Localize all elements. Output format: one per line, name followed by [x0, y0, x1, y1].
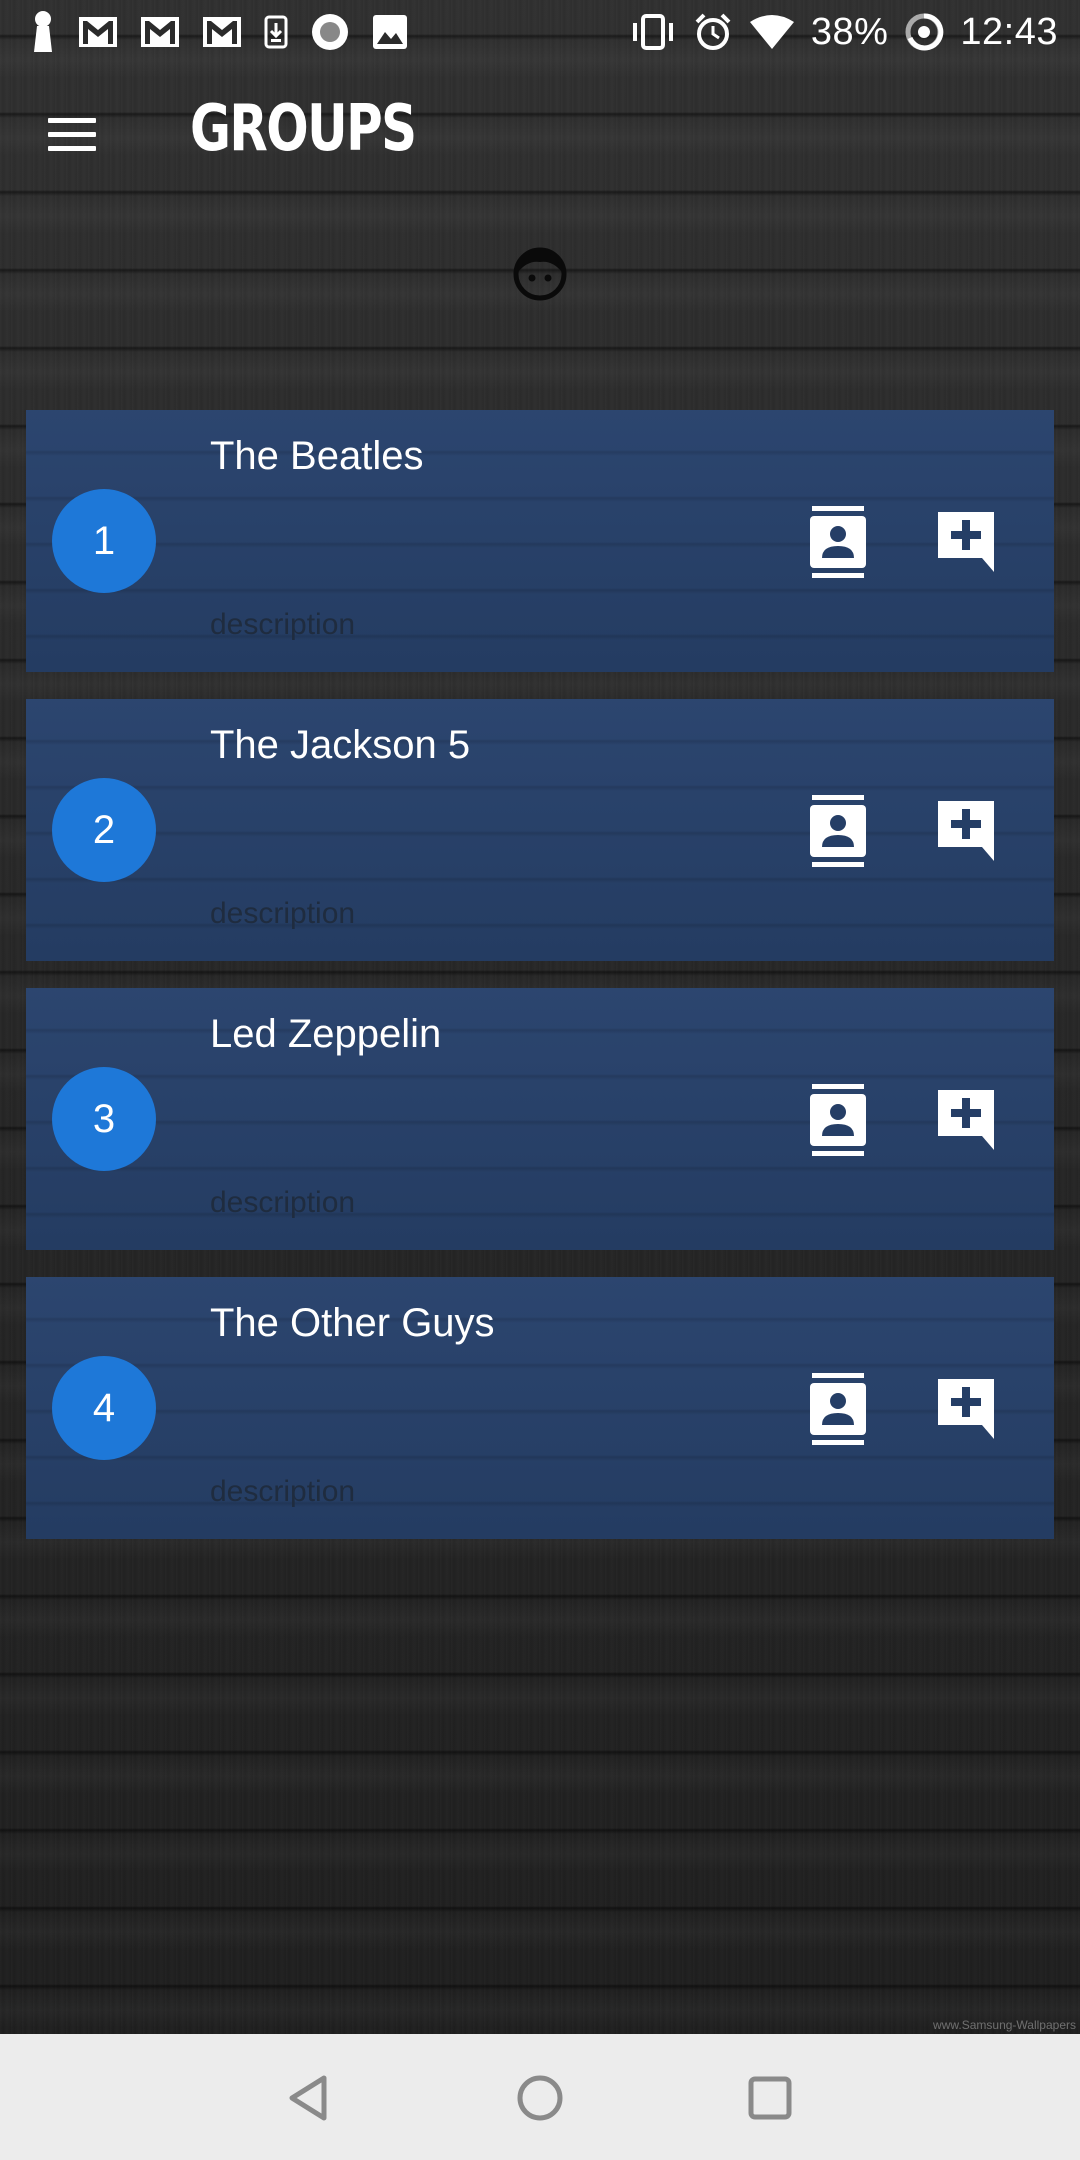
contacts-icon: [810, 1373, 866, 1445]
add-message-button[interactable]: [936, 510, 996, 572]
add-comment-icon: [938, 801, 994, 861]
contacts-icon: [810, 795, 866, 867]
image-icon: [372, 14, 408, 50]
group-number-badge: 2: [52, 778, 156, 882]
recents-icon: [748, 2076, 792, 2120]
alarm-icon: [693, 12, 733, 52]
data-saver-icon: [904, 12, 944, 52]
contacts-button[interactable]: [806, 795, 870, 867]
clock: 12:43: [960, 10, 1058, 53]
navigation-bar: [0, 2034, 1080, 2160]
download-icon: [264, 15, 288, 49]
add-message-button[interactable]: [936, 1088, 996, 1150]
add-message-button[interactable]: [936, 799, 996, 861]
status-bar: 38% 12:43: [0, 0, 1080, 64]
hamburger-icon: [48, 132, 96, 137]
contacts-icon: [810, 506, 866, 578]
gmail-icon: [78, 16, 118, 48]
system-status: 38% 12:43: [629, 8, 1058, 56]
contacts-button[interactable]: [806, 1084, 870, 1156]
keyhole-icon: [30, 10, 56, 54]
add-comment-icon: [938, 1379, 994, 1439]
gmail-icon: [140, 16, 180, 48]
back-button[interactable]: [284, 2072, 336, 2124]
battery-percent: 38%: [810, 10, 889, 53]
group-number-badge: 3: [52, 1067, 156, 1171]
group-name: The Beatles: [210, 434, 424, 478]
circle-dot-icon: [310, 12, 350, 52]
vibrate-icon: [629, 12, 677, 52]
wallpaper-watermark: www.Samsung-Wallpapers: [933, 2018, 1076, 2032]
group-name: The Other Guys: [210, 1301, 495, 1345]
group-description: description: [210, 1186, 356, 1219]
add-comment-icon: [938, 512, 994, 572]
hamburger-icon: [48, 118, 96, 123]
page-title: GROUPS: [190, 92, 417, 166]
group-name: Led Zeppelin: [210, 1012, 442, 1056]
group-number-badge: 4: [52, 1356, 156, 1460]
app-bar: GROUPS: [0, 64, 1080, 204]
contacts-button[interactable]: [806, 506, 870, 578]
add-comment-icon: [938, 1090, 994, 1150]
hamburger-icon: [48, 146, 96, 151]
face-icon[interactable]: [512, 246, 568, 302]
back-icon: [289, 2075, 327, 2121]
group-card[interactable]: 4 The Other Guys description: [26, 1277, 1054, 1539]
add-message-button[interactable]: [936, 1377, 996, 1439]
menu-button[interactable]: [44, 114, 100, 156]
home-icon: [517, 2075, 563, 2121]
group-card[interactable]: 1 The Beatles description: [26, 410, 1054, 672]
group-description: description: [210, 1475, 356, 1508]
group-card[interactable]: 2 The Jackson 5 description: [26, 699, 1054, 961]
gmail-icon: [202, 16, 242, 48]
home-button[interactable]: [514, 2072, 566, 2124]
recents-button[interactable]: [744, 2072, 796, 2124]
contacts-button[interactable]: [806, 1373, 870, 1445]
contacts-icon: [810, 1084, 866, 1156]
group-card[interactable]: 3 Led Zeppelin description: [26, 988, 1054, 1250]
group-name: The Jackson 5: [210, 723, 471, 767]
group-number-badge: 1: [52, 489, 156, 593]
wifi-icon: [749, 14, 795, 50]
notification-icons: [30, 8, 408, 56]
group-description: description: [210, 608, 356, 641]
group-description: description: [210, 897, 356, 930]
screen: 38% 12:43 GROUPS 1 The Beatles descripti…: [0, 0, 1080, 2160]
group-list: 1 The Beatles description 2 The Jackson …: [26, 410, 1054, 1566]
